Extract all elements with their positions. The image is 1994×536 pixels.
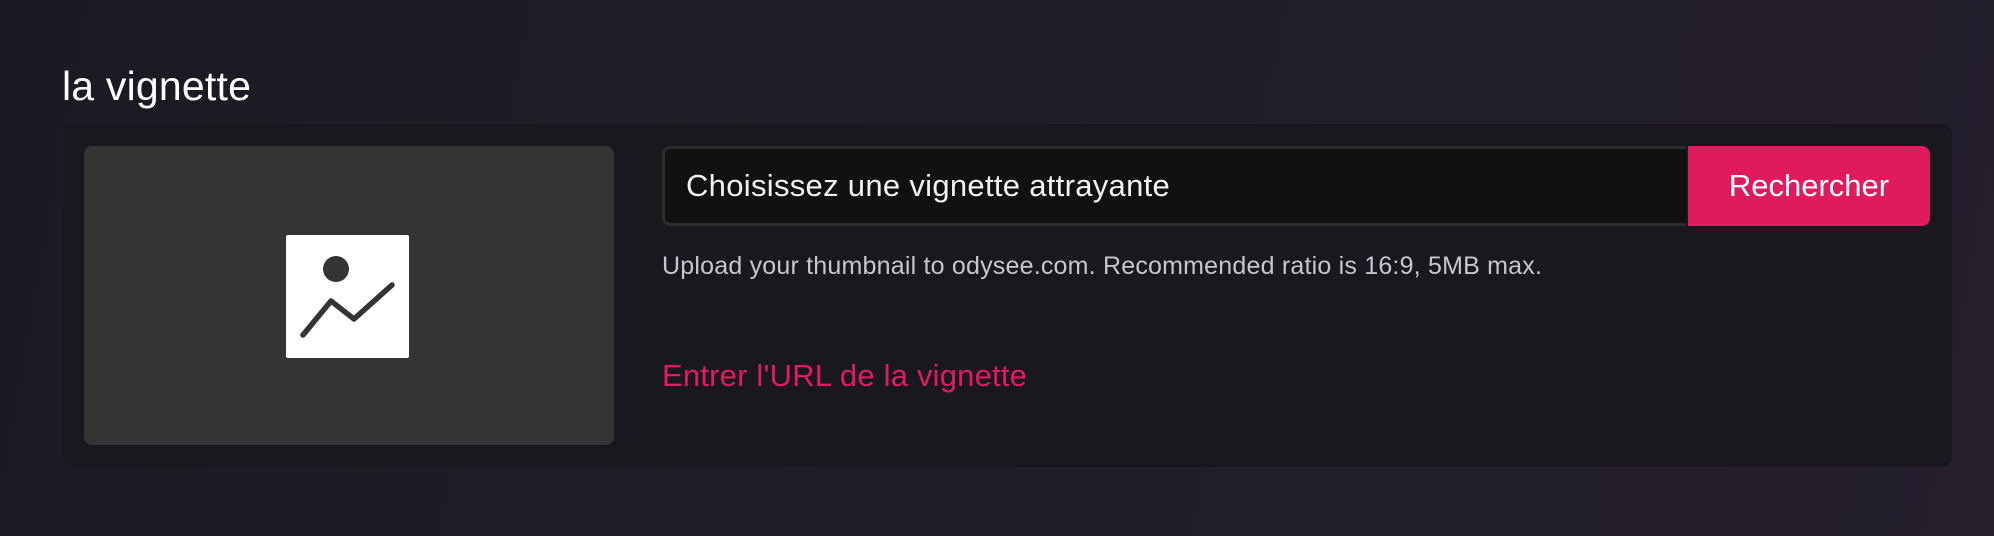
thumbnail-preview	[84, 146, 614, 445]
thumbnail-input-row: Rechercher	[662, 146, 1930, 226]
search-button[interactable]: Rechercher	[1688, 146, 1930, 226]
upload-help-text: Upload your thumbnail to odysee.com. Rec…	[662, 252, 1543, 280]
thumbnail-search-input[interactable]	[662, 146, 1686, 226]
thumbnail-card: Rechercher Upload your thumbnail to odys…	[62, 124, 1952, 467]
enter-thumbnail-url-link[interactable]: Entrer l'URL de la vignette	[662, 358, 1027, 394]
section-title: la vignette	[62, 63, 252, 109]
image-placeholder-icon	[286, 235, 409, 358]
